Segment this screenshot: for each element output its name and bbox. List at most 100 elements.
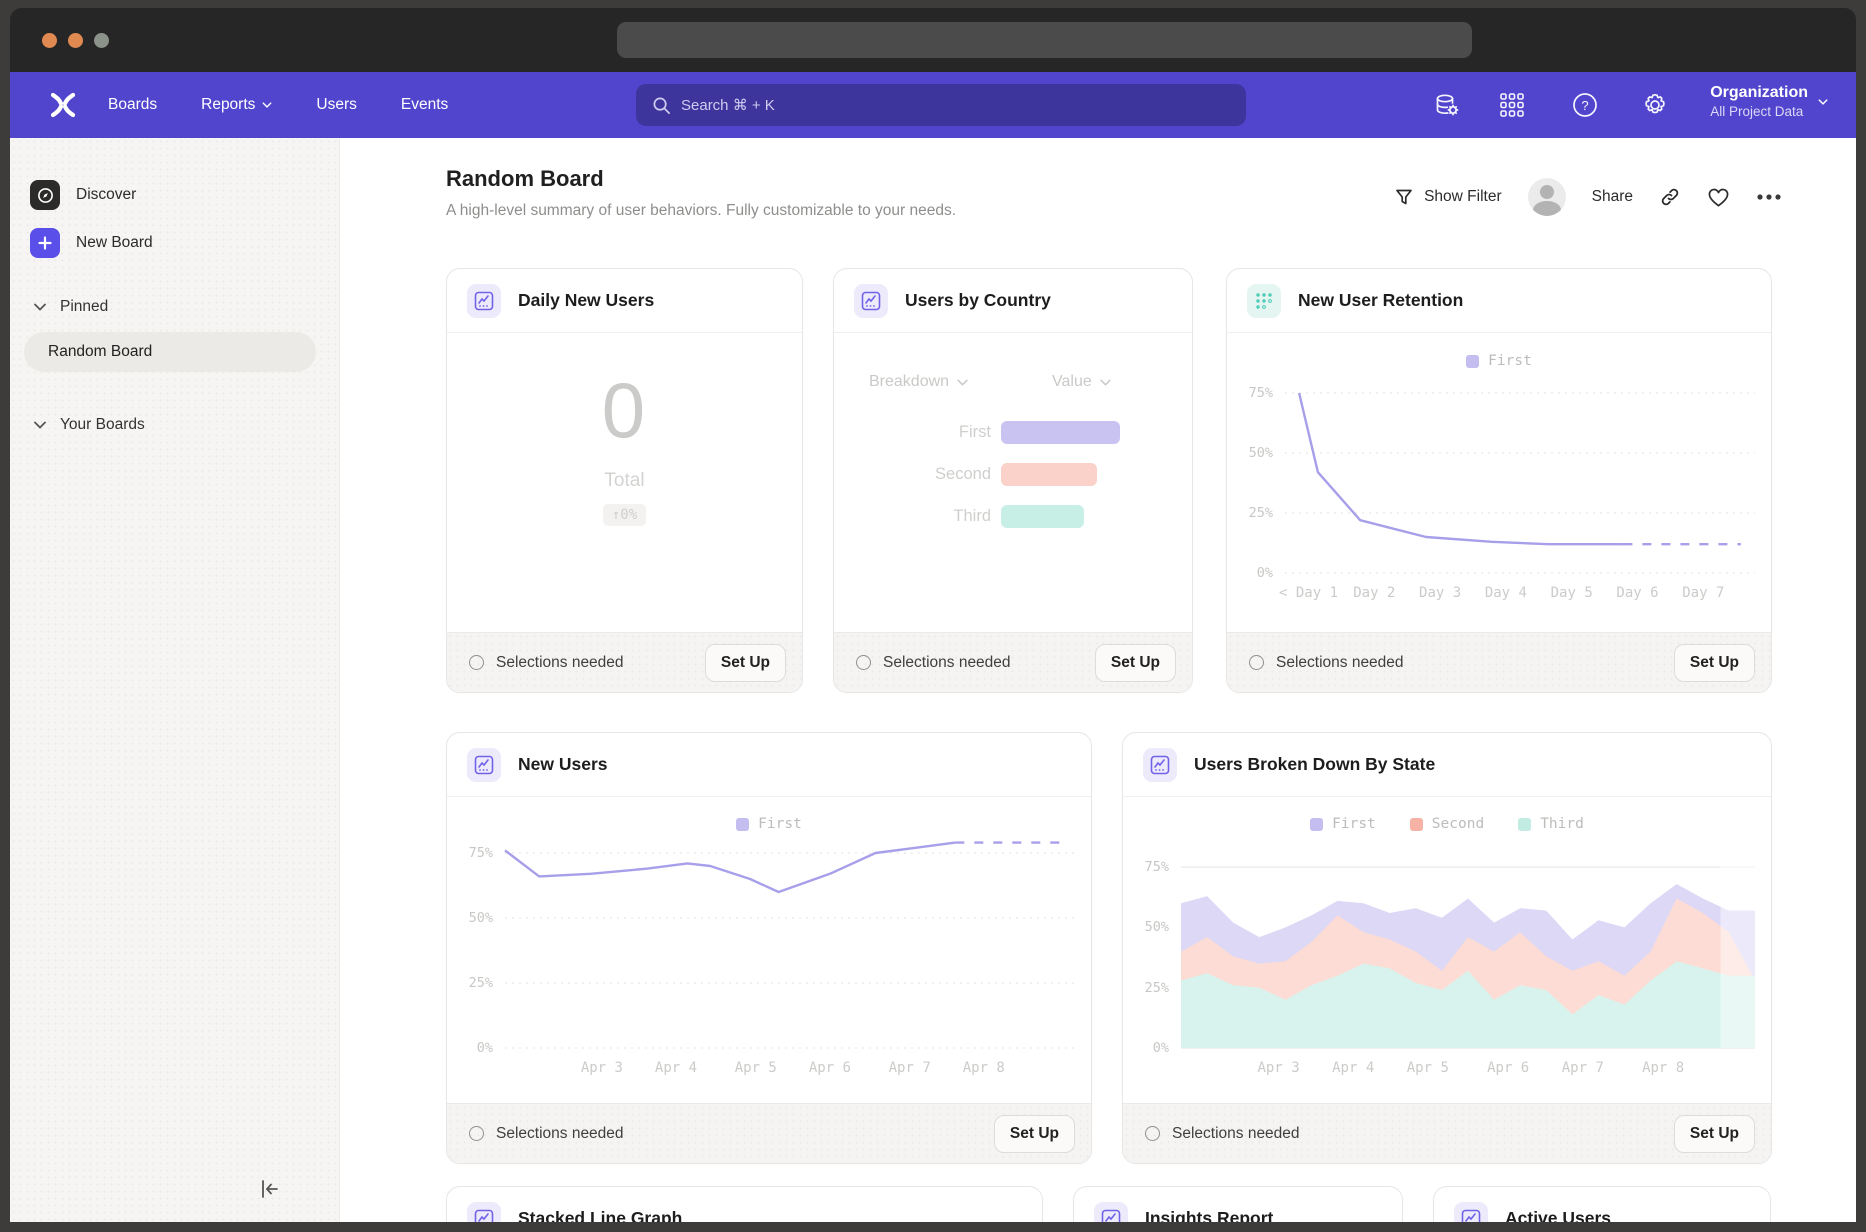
data-settings-icon[interactable] [1434,92,1460,118]
card-new-user-retention: New User Retention First 75%50%25%0%< Da… [1226,268,1772,693]
sidebar-section-pinned[interactable]: Pinned [34,298,108,316]
value-column-header[interactable]: Value [1052,373,1111,391]
sidebar-item-label: Discover [76,186,136,204]
breakdown-column-header[interactable]: Breakdown [869,373,968,391]
nav-menu: Boards Reports Users Events [108,96,448,114]
set-up-button[interactable]: Set Up [1095,644,1176,682]
window-titlebar [10,8,1856,72]
main-content: Random Board A high-level summary of use… [340,138,1856,1222]
more-options-icon[interactable] [1756,193,1782,201]
set-up-button[interactable]: Set Up [1674,644,1755,682]
status-circle-icon [469,655,484,670]
y-axis-tick: 0% [1229,565,1273,581]
sidebar-item-random-board[interactable]: Random Board [24,332,316,372]
nav-item-users[interactable]: Users [316,96,356,114]
card-active-users: Active Users [1433,1186,1771,1222]
board-name: Random Board [48,343,152,361]
x-axis-tick: Apr 8 [963,1060,1005,1076]
close-window-button[interactable] [42,33,57,48]
org-switcher[interactable]: Organization All Project Data [1710,83,1828,121]
set-up-button[interactable]: Set Up [994,1115,1075,1153]
y-axis-tick: 75% [1125,859,1169,875]
x-axis-tick: Day 3 [1419,585,1461,601]
card-users-by-state: Users Broken Down By State FirstSecondTh… [1122,732,1772,1164]
sidebar-item-discover[interactable]: Discover [30,180,136,210]
filter-funnel-icon [1394,187,1414,207]
x-axis-tick: Apr 7 [889,1060,931,1076]
favorite-heart-icon[interactable] [1707,187,1730,208]
zoom-window-button[interactable] [94,33,109,48]
discover-icon [30,180,60,210]
collapse-sidebar-icon[interactable] [259,1178,281,1200]
x-axis-tick: Apr 5 [735,1060,777,1076]
set-up-button[interactable]: Set Up [1674,1115,1755,1153]
y-axis-tick: 25% [449,975,493,991]
line-chart-icon [854,284,888,318]
show-filter-button[interactable]: Show Filter [1394,187,1502,207]
share-button[interactable]: Share [1592,188,1633,206]
mixpanel-logo-icon[interactable] [46,88,80,122]
search-placeholder: Search ⌘ + K [681,96,775,114]
line-chart-icon [1454,1202,1488,1223]
section-label: Your Boards [60,416,145,434]
board-actions: Show Filter Share [1394,178,1782,216]
y-axis-tick: 50% [1229,445,1273,461]
row-label: Second [871,465,991,484]
page-title: Random Board [446,166,604,192]
nav-item-boards[interactable]: Boards [108,96,157,114]
x-axis-tick: Day 7 [1682,585,1724,601]
avatar[interactable] [1528,178,1566,216]
apps-grid-icon[interactable] [1499,92,1525,118]
line-chart-icon [467,1202,501,1223]
x-axis-tick: Apr 4 [655,1060,697,1076]
section-label: Pinned [60,298,108,316]
selections-needed-status: Selections needed [1249,654,1404,672]
line-chart-icon [1143,748,1177,782]
y-axis-tick: 75% [1229,385,1273,401]
minimize-window-button[interactable] [68,33,83,48]
value-bar [1001,421,1120,444]
sidebar-section-your-boards[interactable]: Your Boards [34,416,145,434]
card-title: Users Broken Down By State [1194,754,1435,775]
address-bar[interactable] [617,22,1472,58]
nav-item-reports[interactable]: Reports [201,96,272,114]
card-daily-new-users: Daily New Users 0 Total ↑0% Selections n… [446,268,803,693]
x-axis-tick: Day 2 [1353,585,1395,601]
card-title: New User Retention [1298,290,1463,311]
card-insights-report: Insights Report [1073,1186,1403,1222]
retention-grid-icon [1247,284,1281,318]
show-filter-label: Show Filter [1424,188,1502,206]
selections-needed-status: Selections needed [856,654,1011,672]
legend-swatch-icon [1410,818,1423,831]
x-axis-tick: Apr 5 [1407,1060,1449,1076]
sidebar-item-new-board[interactable]: New Board [30,228,153,258]
x-axis-tick: Day 5 [1551,585,1593,601]
x-axis-tick: Apr 7 [1562,1060,1604,1076]
card-title: Stacked Line Graph [518,1208,682,1222]
plus-icon [30,228,60,258]
legend-swatch-icon [1466,355,1479,368]
metric-delta: ↑0% [603,504,646,526]
share-label: Share [1592,188,1633,206]
new-users-chart: 75%50%25%0%Apr 3Apr 4Apr 5Apr 6Apr 7Apr … [505,827,1075,1048]
value-bar [1001,505,1084,528]
card-users-by-country: Users by Country Breakdown Value FirstSe… [833,268,1193,693]
chevron-down-icon [1100,379,1111,386]
search-input[interactable]: Search ⌘ + K [636,84,1246,126]
org-name: Organization [1710,83,1808,103]
legend-swatch-icon [1310,818,1323,831]
selections-needed-status: Selections needed [1145,1125,1300,1143]
x-axis-tick: Apr 3 [581,1060,623,1076]
sidebar: Discover New Board Pinned Random Board [10,138,340,1222]
x-axis-tick: Apr 6 [1487,1060,1529,1076]
set-up-button[interactable]: Set Up [705,644,786,682]
settings-gear-icon[interactable] [1642,92,1668,118]
copy-link-icon[interactable] [1659,186,1681,208]
chart-legend: First [1227,353,1771,369]
help-icon[interactable]: ? [1572,92,1598,118]
app-window: Boards Reports Users Events Search ⌘ + K [10,8,1856,1222]
card-title: Active Users [1505,1208,1611,1222]
nav-item-events[interactable]: Events [401,96,448,114]
x-axis-tick: < Day 1 [1279,585,1338,601]
chevron-down-icon [957,379,968,386]
